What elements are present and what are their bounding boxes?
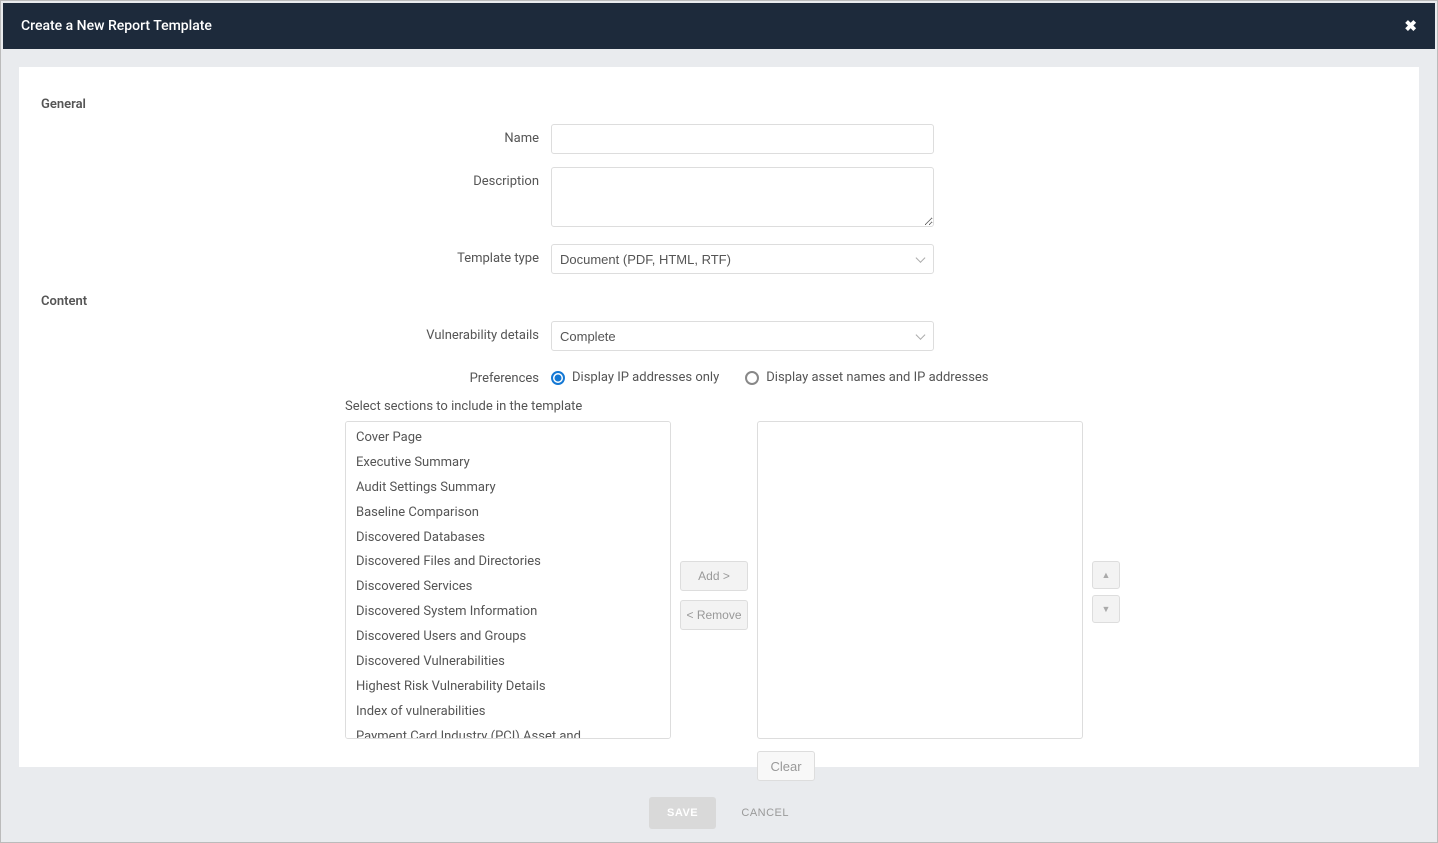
radio-display-names-and-ip[interactable]: Display asset names and IP addresses <box>745 370 988 385</box>
list-item[interactable]: Discovered System Information <box>346 600 670 625</box>
cancel-button[interactable]: CANCEL <box>741 807 789 819</box>
selected-sections-listbox[interactable] <box>757 421 1083 739</box>
add-button[interactable]: Add > <box>680 561 748 591</box>
modal-body: General Name Description Template type D… <box>19 67 1419 767</box>
list-item[interactable]: Cover Page <box>346 422 670 451</box>
section-general-label: General <box>41 97 1397 112</box>
list-item[interactable]: Audit Settings Summary <box>346 476 670 501</box>
clear-button[interactable]: Clear <box>757 751 815 781</box>
radio-label: Display IP addresses only <box>572 370 719 385</box>
move-up-button[interactable]: ▲ <box>1092 561 1120 589</box>
radio-icon <box>745 371 759 385</box>
list-item[interactable]: Discovered Databases <box>346 526 670 551</box>
available-sections-listbox[interactable]: Cover Page Executive Summary Audit Setti… <box>345 421 671 739</box>
list-item[interactable]: Baseline Comparison <box>346 501 670 526</box>
list-item[interactable]: Highest Risk Vulnerability Details <box>346 675 670 700</box>
preferences-label: Preferences <box>41 364 551 386</box>
remove-button[interactable]: < Remove <box>680 600 748 630</box>
name-label: Name <box>41 124 551 146</box>
chevron-up-icon: ▲ <box>1102 570 1111 580</box>
description-textarea[interactable] <box>551 167 934 227</box>
name-input[interactable] <box>551 124 934 154</box>
modal-title: Create a New Report Template <box>21 18 212 34</box>
list-item[interactable]: Executive Summary <box>346 451 670 476</box>
close-icon[interactable]: ✖ <box>1404 17 1417 35</box>
save-button[interactable]: SAVE <box>649 797 716 829</box>
template-type-select[interactable]: Document (PDF, HTML, RTF) <box>551 244 934 274</box>
description-label: Description <box>41 167 551 189</box>
list-item[interactable]: Index of vulnerabilities <box>346 700 670 725</box>
list-item[interactable]: Discovered Services <box>346 575 670 600</box>
modal-footer: SAVE CANCEL <box>1 785 1437 833</box>
radio-display-ip-only[interactable]: Display IP addresses only <box>551 370 719 385</box>
template-type-label: Template type <box>41 244 551 266</box>
list-item[interactable]: Discovered Vulnerabilities <box>346 650 670 675</box>
modal-header: Create a New Report Template ✖ <box>3 3 1435 49</box>
radio-label: Display asset names and IP addresses <box>766 370 988 385</box>
list-item[interactable]: Payment Card Industry (PCI) Asset and Vu… <box>346 725 670 739</box>
section-content-label: Content <box>41 294 1397 309</box>
sections-prompt: Select sections to include in the templa… <box>345 399 1397 414</box>
vuln-details-select[interactable]: Complete <box>551 321 934 351</box>
radio-icon <box>551 371 565 385</box>
list-item[interactable]: Discovered Users and Groups <box>346 625 670 650</box>
vuln-details-label: Vulnerability details <box>41 321 551 343</box>
list-item[interactable]: Discovered Files and Directories <box>346 550 670 575</box>
preferences-radio-group: Display IP addresses only Display asset … <box>551 364 989 385</box>
move-down-button[interactable]: ▼ <box>1092 595 1120 623</box>
chevron-down-icon: ▼ <box>1102 604 1111 614</box>
